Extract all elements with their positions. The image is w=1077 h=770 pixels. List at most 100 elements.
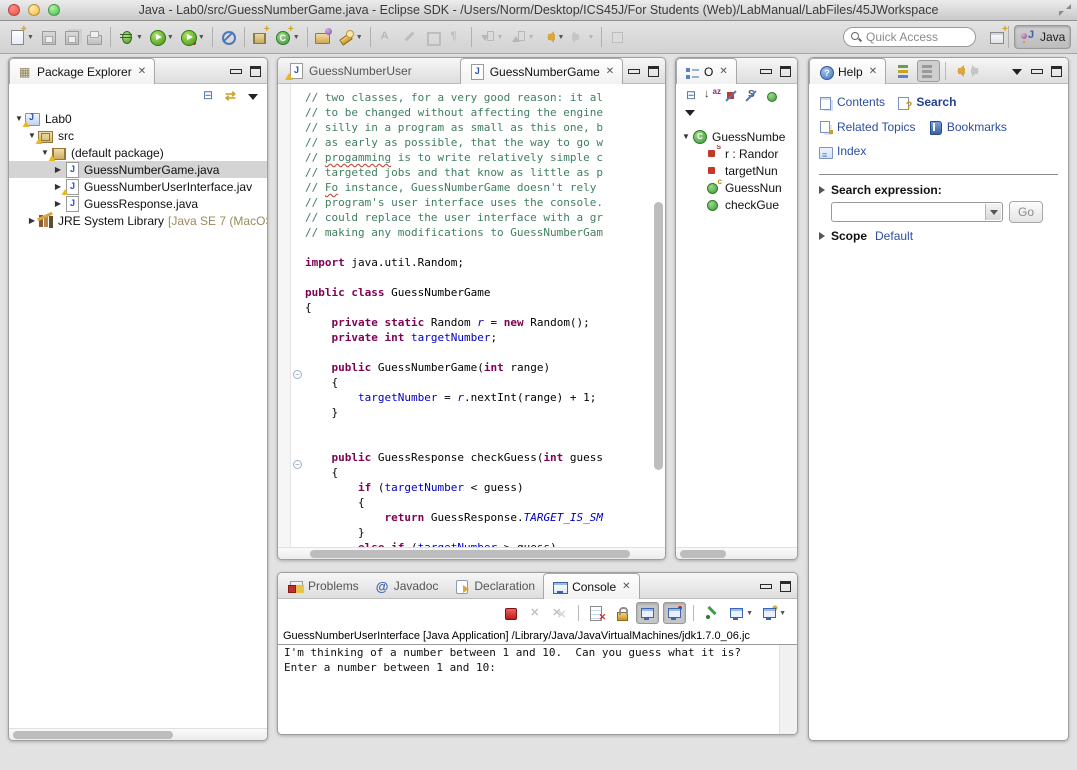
run-button[interactable]: ▼: [147, 27, 176, 47]
quick-access-input[interactable]: Quick Access: [843, 27, 976, 47]
sort-icon[interactable]: [704, 88, 721, 104]
collapse-fold-icon[interactable]: −: [293, 460, 302, 469]
close-icon[interactable]: ✕: [622, 581, 630, 592]
console-output[interactable]: I'm thinking of a number between 1 and 1…: [278, 645, 797, 735]
tab-outline[interactable]: O ✕: [676, 58, 737, 84]
maximize-view-icon[interactable]: [250, 66, 261, 77]
package-explorer-hscrollbar[interactable]: [9, 728, 267, 740]
scrollbar-thumb[interactable]: [680, 550, 726, 558]
package-explorer-item[interactable]: ▶GuessResponse.java: [9, 195, 267, 212]
collapsed-arrow-icon[interactable]: ▶: [52, 165, 64, 174]
help-link-search[interactable]: Search: [898, 92, 956, 113]
hide-static-members-icon[interactable]: [744, 88, 761, 104]
scroll-lock-button[interactable]: [611, 603, 632, 623]
package-explorer-item[interactable]: ▼(default package): [9, 144, 267, 161]
maximize-view-icon[interactable]: [648, 66, 659, 77]
link-with-editor-icon[interactable]: [224, 88, 241, 104]
expanded-arrow-icon[interactable]: ▼: [680, 132, 692, 141]
maximize-view-icon[interactable]: [780, 66, 791, 77]
go-button[interactable]: Go: [1009, 201, 1043, 223]
chevron-down-icon[interactable]: ▼: [136, 34, 143, 41]
package-explorer-item[interactable]: ▼src: [9, 127, 267, 144]
maximize-view-icon[interactable]: [1051, 66, 1062, 77]
open-perspective-button[interactable]: [984, 25, 1011, 49]
tab-guessnumberuser[interactable]: GuessNumberUser: [278, 58, 420, 83]
console-scroll-track[interactable]: [779, 645, 797, 735]
help-link-bookmarks[interactable]: Bookmarks: [929, 117, 1007, 138]
back-button[interactable]: ▼: [539, 28, 567, 46]
scrollbar-thumb[interactable]: [310, 550, 630, 558]
collapse-fold-icon[interactable]: −: [293, 370, 302, 379]
hide-non-public-members-icon[interactable]: [764, 88, 781, 104]
debug-button[interactable]: ▼: [116, 27, 145, 47]
chevron-down-icon[interactable]: ▼: [27, 34, 34, 41]
tab-problems[interactable]: Problems: [278, 573, 367, 598]
maximize-view-icon[interactable]: [780, 581, 791, 592]
outline-item[interactable]: ▼GuessNumbe: [676, 128, 797, 145]
tab-console[interactable]: Console ✕: [543, 573, 639, 599]
minimize-view-icon[interactable]: [628, 69, 640, 74]
minimize-view-icon[interactable]: [760, 69, 772, 74]
help-link-related-topics[interactable]: Related Topics: [819, 117, 916, 138]
back-icon[interactable]: [951, 64, 967, 78]
collapse-all-icon[interactable]: [201, 88, 218, 104]
package-explorer-item[interactable]: ▶GuessNumberUserInterface.jav: [9, 178, 267, 195]
display-console-button[interactable]: ▼: [726, 603, 755, 623]
tab-javadoc[interactable]: Javadoc: [367, 573, 447, 598]
package-explorer-item[interactable]: ▶GuessNumberGame.java: [9, 161, 267, 178]
close-icon[interactable]: ✕: [869, 66, 877, 77]
scrollbar-thumb[interactable]: [13, 731, 173, 739]
minimize-view-icon[interactable]: [230, 69, 242, 74]
outline-hscrollbar[interactable]: [676, 547, 797, 559]
editor-hscrollbar[interactable]: [278, 547, 665, 559]
terminate-button[interactable]: [500, 603, 521, 623]
clear-console-button[interactable]: [586, 603, 607, 623]
help-link-contents[interactable]: Contents: [819, 92, 885, 113]
chevron-down-icon[interactable]: ▼: [746, 610, 753, 617]
tab-guessnumbergame[interactable]: GuessNumberGame ✕: [460, 58, 623, 84]
collapse-all-icon[interactable]: [684, 88, 701, 104]
collapsed-arrow-icon[interactable]: ▶: [52, 199, 64, 208]
chevron-down-icon[interactable]: ▼: [558, 34, 565, 41]
collapsed-arrow-icon[interactable]: ▶: [26, 216, 38, 225]
outline-item[interactable]: r : Randor: [676, 145, 797, 162]
outline-item[interactable]: checkGue: [676, 196, 797, 213]
hide-fields-icon[interactable]: [724, 88, 741, 104]
view-menu-icon[interactable]: [684, 108, 696, 116]
chevron-down-icon[interactable]: [985, 204, 1001, 220]
view-menu-icon[interactable]: [1011, 67, 1023, 75]
new-java-class-button[interactable]: ▼: [273, 27, 302, 47]
new-wizard-button[interactable]: ▼: [7, 27, 36, 47]
show-all-topics-button[interactable]: [894, 61, 915, 81]
minimize-view-icon[interactable]: [760, 584, 772, 589]
search-tool-button[interactable]: ▼: [336, 27, 365, 47]
skip-breakpoints-button[interactable]: [218, 27, 239, 47]
minimize-view-icon[interactable]: [1031, 69, 1043, 74]
run-external-button[interactable]: ▼: [178, 27, 207, 47]
tab-package-explorer[interactable]: Package Explorer ✕: [9, 58, 155, 84]
resize-grip-icon[interactable]: [1059, 4, 1071, 16]
chevron-down-icon[interactable]: ▼: [167, 34, 174, 41]
package-explorer-item[interactable]: ▼Lab0: [9, 110, 267, 127]
tab-help[interactable]: Help ✕: [809, 58, 886, 84]
outline-item[interactable]: targetNun: [676, 162, 797, 179]
scope-header[interactable]: Scope Default: [819, 229, 1058, 243]
editor-vscrollbar-thumb[interactable]: [654, 202, 663, 470]
search-expression-input[interactable]: [834, 204, 984, 220]
open-console-button[interactable]: ▼: [759, 603, 788, 623]
view-menu-icon[interactable]: [247, 92, 259, 100]
help-link-index[interactable]: Index: [819, 141, 866, 162]
close-icon[interactable]: ✕: [138, 66, 146, 77]
search-expression-header[interactable]: Search expression:: [819, 183, 1058, 197]
code-editor[interactable]: // two classes, for a very good reason: …: [278, 84, 665, 549]
new-java-package-button[interactable]: [250, 27, 271, 47]
chevron-down-icon[interactable]: ▼: [198, 34, 205, 41]
show-search-results-button[interactable]: [917, 60, 940, 82]
outline-item[interactable]: GuessNun: [676, 179, 797, 196]
chevron-down-icon[interactable]: ▼: [779, 610, 786, 617]
search-expression-combo[interactable]: [831, 202, 1003, 222]
java-perspective-button[interactable]: Java: [1014, 25, 1071, 49]
open-resource-button[interactable]: [313, 27, 334, 47]
show-stdout-button[interactable]: [636, 602, 659, 624]
pin-console-button[interactable]: [701, 603, 722, 623]
